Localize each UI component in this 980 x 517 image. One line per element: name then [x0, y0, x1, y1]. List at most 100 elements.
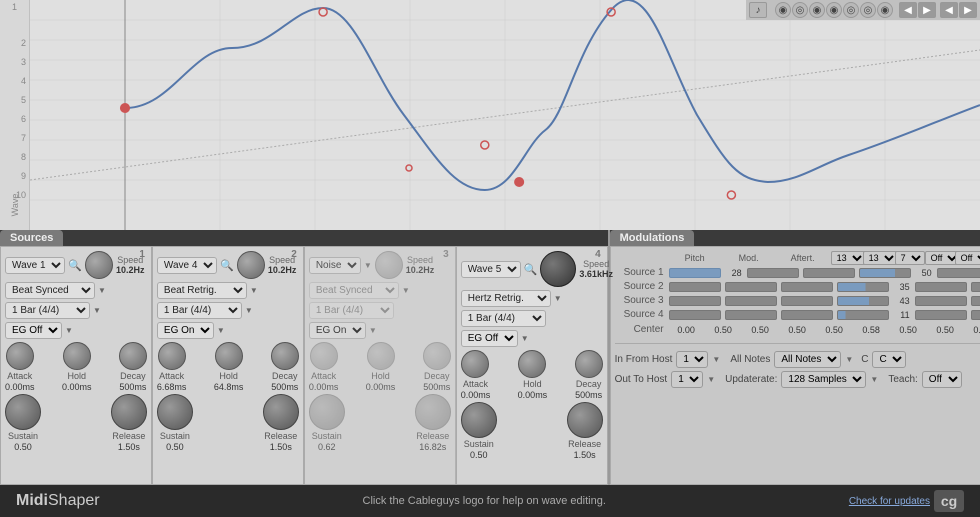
decay-knob-2[interactable] — [271, 342, 299, 370]
mod-slider-after-4[interactable] — [781, 310, 833, 320]
circle-btn-2[interactable]: ◎ — [792, 2, 808, 18]
mod-slider-13a-3[interactable]: 43 — [837, 296, 889, 306]
bar-select-2[interactable]: 1 Bar (4/4) — [157, 302, 242, 319]
cableguys-logo[interactable]: cg — [934, 490, 964, 512]
mod-slider-13a-2[interactable]: 35 — [837, 282, 889, 292]
noise-dropdown-3[interactable]: ▼ — [364, 261, 372, 270]
mod-slider-pitch-4[interactable] — [669, 310, 721, 320]
eg-select-4[interactable]: EG Off — [461, 330, 518, 347]
attack-knob-2[interactable] — [158, 342, 186, 370]
waveform-area[interactable]: ♪ ◉ ◎ ◉ ◉ ◎ ◎ ◉ ◀ ▶ ◀ ▶ — [30, 0, 980, 230]
updaterate-select[interactable]: 128 Samples — [781, 371, 866, 388]
beat-dropdown-arrow-4[interactable]: ▼ — [554, 294, 562, 303]
mod-select-off2[interactable]: Off — [955, 251, 980, 265]
mod-slider-after-1[interactable] — [803, 268, 855, 278]
beat-select-4[interactable]: Hertz Retrig. — [461, 290, 551, 307]
out-to-host-select[interactable]: 1 — [671, 371, 703, 388]
in-from-host-select[interactable]: 1 — [676, 351, 708, 368]
hold-knob-2[interactable] — [215, 342, 243, 370]
mod-slider-mod-2[interactable] — [725, 282, 777, 292]
mod-select-13b[interactable]: 13 — [863, 251, 898, 265]
decay-knob-3[interactable] — [423, 342, 451, 370]
circle-btn-5[interactable]: ◎ — [843, 2, 859, 18]
all-notes-select[interactable]: All Notes — [774, 351, 841, 368]
bar-dropdown-arrow-2[interactable]: ▼ — [245, 306, 253, 315]
in-from-host-arrow[interactable]: ▼ — [712, 355, 720, 364]
search-icon-2[interactable]: 🔍 — [220, 258, 234, 272]
mod-select-13a[interactable]: 13 — [831, 251, 866, 265]
attack-knob-3[interactable] — [310, 342, 338, 370]
eg-dropdown-arrow-2[interactable]: ▼ — [217, 326, 225, 335]
mod-select-7[interactable]: 7 — [895, 251, 925, 265]
beat-select-2[interactable]: Beat Retrig. — [157, 282, 247, 299]
eg-select-2[interactable]: EG On — [157, 322, 214, 339]
mod-slider-7-4[interactable] — [971, 310, 980, 320]
wave-select-4[interactable]: Wave 5 — [461, 261, 521, 278]
mod-slider-7-2[interactable] — [971, 282, 980, 292]
mod-slider-7-3[interactable] — [971, 296, 980, 306]
mod-slider-13a-1[interactable]: 50 — [859, 268, 911, 278]
circle-btn-6[interactable]: ◎ — [860, 2, 876, 18]
bar-dropdown-arrow-1[interactable]: ▼ — [93, 306, 101, 315]
nav-right-btn[interactable]: ▶ — [918, 2, 936, 18]
hold-knob-3[interactable] — [367, 342, 395, 370]
release-knob-1[interactable] — [111, 394, 147, 430]
mod-slider-13a-4[interactable]: 11 — [837, 310, 889, 320]
release-knob-4[interactable] — [567, 402, 603, 438]
beat-dropdown-arrow-1[interactable]: ▼ — [98, 286, 106, 295]
source-knob-2[interactable] — [237, 251, 265, 279]
attack-knob-1[interactable] — [6, 342, 34, 370]
beat-select-1[interactable]: Beat Synced — [5, 282, 95, 299]
eg-dropdown-arrow-3[interactable]: ▼ — [369, 326, 377, 335]
hold-knob-4[interactable] — [518, 350, 546, 378]
attack-knob-4[interactable] — [461, 350, 489, 378]
nav-prev-btn[interactable]: ◀ — [940, 2, 958, 18]
source-knob-1[interactable] — [85, 251, 113, 279]
eg-select-1[interactable]: EG Off — [5, 322, 62, 339]
updaterate-arrow[interactable]: ▼ — [870, 375, 878, 384]
mod-slider-pitch-2[interactable] — [669, 282, 721, 292]
bar-select-1[interactable]: 1 Bar (4/4) — [5, 302, 90, 319]
mod-slider-mod-3[interactable] — [725, 296, 777, 306]
out-to-host-arrow[interactable]: ▼ — [707, 375, 715, 384]
mod-slider-mod-4[interactable] — [725, 310, 777, 320]
beat-dropdown-arrow-2[interactable]: ▼ — [250, 286, 258, 295]
all-notes-arrow[interactable]: ▼ — [845, 355, 853, 364]
mod-slider-13b-1[interactable] — [937, 268, 980, 278]
release-knob-2[interactable] — [263, 394, 299, 430]
nav-next-btn[interactable]: ▶ — [959, 2, 977, 18]
note-select[interactable]: C — [872, 351, 906, 368]
sustain-knob-1[interactable] — [5, 394, 41, 430]
hold-knob-1[interactable] — [63, 342, 91, 370]
wave-select-2[interactable]: Wave 4 — [157, 257, 217, 274]
music-note-btn[interactable]: ♪ — [749, 2, 767, 18]
source-knob-3[interactable] — [375, 251, 403, 279]
circle-btn-7[interactable]: ◉ — [877, 2, 893, 18]
mod-slider-13b-2[interactable] — [915, 282, 967, 292]
mod-slider-13b-3[interactable] — [915, 296, 967, 306]
mod-slider-after-2[interactable] — [781, 282, 833, 292]
beat-select-3[interactable]: Beat Synced — [309, 282, 399, 299]
circle-btn-1[interactable]: ◉ — [775, 2, 791, 18]
eg-dropdown-arrow-4[interactable]: ▼ — [521, 334, 529, 343]
circle-btn-4[interactable]: ◉ — [826, 2, 842, 18]
sustain-knob-3[interactable] — [309, 394, 345, 430]
beat-dropdown-arrow-3[interactable]: ▼ — [402, 286, 410, 295]
wave-select-1[interactable]: Wave 1 — [5, 257, 65, 274]
teach-select[interactable]: Off — [922, 371, 962, 388]
bar-select-4[interactable]: 1 Bar (4/4) — [461, 310, 546, 327]
release-knob-3[interactable] — [415, 394, 451, 430]
search-icon-1[interactable]: 🔍 — [68, 258, 82, 272]
search-icon-4[interactable]: 🔍 — [524, 262, 538, 276]
sustain-knob-2[interactable] — [157, 394, 193, 430]
eg-select-3[interactable]: EG On — [309, 322, 366, 339]
nav-left-btn[interactable]: ◀ — [899, 2, 917, 18]
circle-btn-3[interactable]: ◉ — [809, 2, 825, 18]
decay-knob-1[interactable] — [119, 342, 147, 370]
check-for-updates-link[interactable]: Check for updates — [849, 496, 930, 507]
eg-dropdown-arrow-1[interactable]: ▼ — [65, 326, 73, 335]
mod-slider-mod-1[interactable] — [747, 268, 799, 278]
mod-slider-pitch-1[interactable]: 28 — [669, 268, 721, 278]
decay-knob-4[interactable] — [575, 350, 603, 378]
wave-select-3[interactable]: Noise — [309, 257, 361, 274]
